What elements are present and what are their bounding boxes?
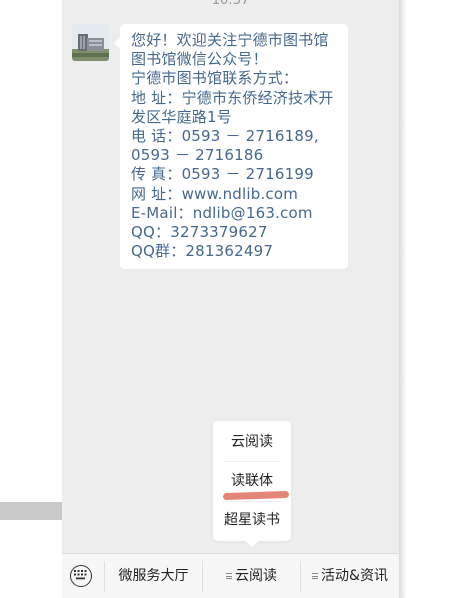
message-line-website[interactable]: 网 址：www.ndlib.com (131, 185, 340, 204)
wechat-chat-screen: 10:37 您好！欢迎关注宁德市图书馆 图书馆微信公众号！ 宁德市图书馆联系方式… (62, 0, 399, 598)
message-line: 您好！欢迎关注宁德市图书馆 (131, 31, 329, 49)
highlight-underline (222, 490, 290, 501)
message-line-phone[interactable]: 电 话：0593 － 2716189, (131, 127, 340, 146)
submenu-item-cloud-reading[interactable]: 云阅读 (213, 432, 291, 452)
message-line-phone-2[interactable]: 0593 － 2716186 (131, 146, 340, 165)
submenu-divider (223, 501, 281, 502)
submenu-indicator-icon (226, 572, 232, 581)
message-line-qq-group: QQ群：281362497 (131, 242, 274, 261)
submenu-item-chaoxing-reading[interactable]: 超星读书 (213, 510, 291, 530)
submenu-item-reading-union[interactable]: 读联体 (213, 471, 291, 491)
library-building-avatar-icon (72, 24, 109, 61)
menu-tab-label: 云阅读 (235, 568, 277, 584)
official-account-menu-bar: 微服务大厅 云阅读 活动&资讯 (62, 553, 399, 598)
menu-tab-cloud-reading[interactable]: 云阅读 (203, 554, 300, 598)
message-timestamp: 10:37 (211, 0, 250, 8)
message-line-fax: 传 真：0593 － 2716199 (131, 165, 314, 184)
cloud-reading-submenu: 云阅读 读联体 超星读书 (213, 421, 291, 547)
message-line-email[interactable]: E-Mail：ndlib@163.com (131, 204, 340, 223)
menu-tab-micro-service-hall[interactable]: 微服务大厅 (105, 554, 202, 598)
background-strip (0, 502, 62, 520)
message-line-address-cont: 发区华庭路1号 (131, 107, 232, 126)
submenu-indicator-icon (312, 572, 319, 581)
message-line: 宁德市图书馆联系方式： (131, 69, 299, 88)
keyboard-icon[interactable] (70, 565, 92, 587)
library-avatar[interactable] (72, 24, 109, 61)
screen-edge-shadow (399, 0, 407, 598)
screenshot-stage: 10:37 您好！欢迎关注宁德市图书馆 图书馆微信公众号！ 宁德市图书馆联系方式… (0, 0, 456, 598)
keyboard-icon-glyph (74, 570, 87, 580)
menu-tab-label: 活动&资讯 (321, 568, 388, 584)
message-line-qq: QQ：3273379627 (131, 223, 268, 242)
welcome-message-bubble: 您好！欢迎关注宁德市图书馆 图书馆微信公众号！ 宁德市图书馆联系方式： 地 址：… (114, 24, 348, 269)
message-line: 图书馆微信公众号！ (131, 50, 268, 69)
message-line-address: 地 址：宁德市东侨经济技术开 (131, 88, 334, 107)
menu-tab-activities-news[interactable]: 活动&资讯 (301, 554, 399, 598)
submenu-divider (223, 461, 281, 462)
